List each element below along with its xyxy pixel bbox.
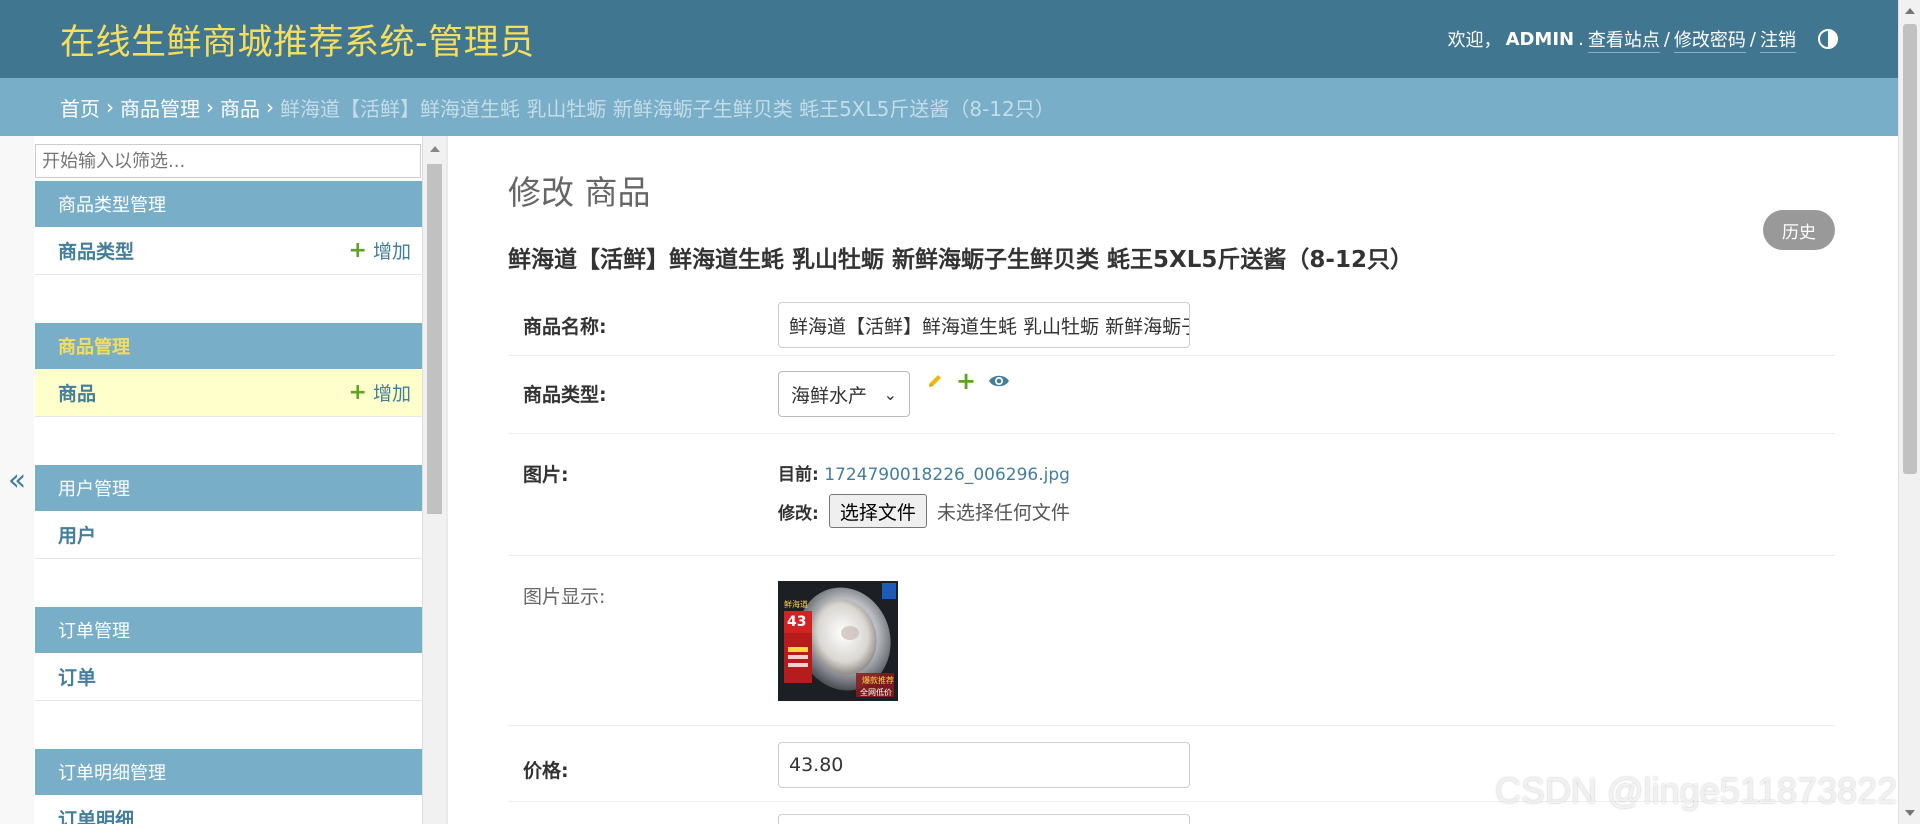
scrollbar-thumb[interactable] [1903,24,1917,474]
price-input[interactable]: 43.80 [778,742,1190,788]
thumbnail-bottom-text2: 全网低价 [860,688,892,697]
add-related-icon[interactable]: + [956,369,976,393]
module-caption-product-type[interactable]: 商品类型管理 [35,181,423,227]
breadcrumb-separator: › [266,95,274,119]
sidebar-item-label[interactable]: 订单明细 [58,805,134,824]
product-thumbnail: 43 鲜海道 爆款推荐 全网低价 [778,581,898,701]
site-header: 在线生鲜商城推荐系统-管理员 欢迎， ADMIN . 查看站点 / 修改密码 /… [0,0,1898,78]
sidebar-item-label[interactable]: 用户 [58,521,96,548]
user-tools: 欢迎， ADMIN . 查看站点 / 修改密码 / 注销 [1448,26,1838,53]
logout-link[interactable]: 注销 [1760,26,1796,53]
dot: . [1578,28,1584,50]
history-button[interactable]: 历史 [1763,210,1835,250]
change-label: 修改: [778,503,819,524]
current-file-line: 目前: 1724790018226_006296.jpg [778,460,1070,485]
sidebar-item-order: 订单 [35,653,423,701]
breadcrumb-current: 鲜海道【活鲜】鲜海道生蚝 乳山牡蛎 新鲜海蛎子生鲜贝类 蚝王5XL5斤送酱（8-… [280,96,1055,121]
current-file-link[interactable]: 1724790018226_006296.jpg [824,465,1070,485]
breadcrumb-separator: › [206,95,214,119]
scrollbar-thumb[interactable] [427,164,442,514]
thumbnail-top-text: 鲜海道 [784,600,808,609]
plus-icon: + [348,238,367,263]
form-row-image-display: 图片显示: 43 鲜海道 爆款推荐 全网低价 [508,556,1835,726]
sidebar-item-product: 商品 + 增加 [35,369,423,417]
price-label: 价格: [523,760,569,782]
sidebar: 商品类型管理 商品类型 +增加 商品管理 商品 +增加 用户管理 用户 订单管理… [34,136,423,824]
type-select-value: 海鲜水产 [791,384,868,407]
no-file-text: 未选择任何文件 [936,501,1070,524]
sidebar-toggle-button[interactable]: « [0,136,34,824]
slash-separator: / [1663,28,1670,50]
form-row-image: 图片: 目前: 1724790018226_006296.jpg 修改: 选择文… [508,434,1835,556]
module-caption-user[interactable]: 用户管理 [35,465,423,511]
sidebar-item-label[interactable]: 商品类型 [58,237,134,264]
scroll-up-icon[interactable] [430,146,440,152]
related-widget-icons: + [926,369,1010,393]
sidebar-filter-input[interactable] [35,144,421,178]
theme-toggle-icon[interactable] [1818,29,1838,49]
module-caption-order-detail[interactable]: 订单明细管理 [35,749,423,795]
add-label: 增加 [372,241,411,263]
plus-icon: + [348,380,367,405]
site-title[interactable]: 在线生鲜商城推荐系统-管理员 [60,14,535,65]
sidebar-item-order-detail: 订单明细 [35,795,423,824]
breadcrumb-model[interactable]: 商品 [220,93,260,122]
add-product-button[interactable]: + 增加 [349,379,411,406]
image-display-label: 图片显示: [523,586,606,608]
breadcrumb-home[interactable]: 首页 [60,93,100,122]
username: ADMIN [1505,28,1575,50]
sidebar-item-label[interactable]: 商品 [58,379,96,406]
collapse-icon: « [7,462,27,498]
main-content: 修改 商品 历史 鲜海道【活鲜】鲜海道生蚝 乳山牡蛎 新鲜海蛎子生鲜贝类 蚝王5… [448,136,1898,824]
type-select[interactable]: 海鲜水产 ⌄ [778,371,910,417]
name-input[interactable]: 鲜海道【活鲜】鲜海道生蚝 乳山牡蛎 新鲜海蛎子生鲜贝类 蚝王5XL5斤送酱（8-… [778,302,1190,348]
change-file-line: 修改: 选择文件 未选择任何文件 [778,494,1070,528]
add-product-type-button[interactable]: + 增加 [349,237,411,264]
module-caption-product[interactable]: 商品管理 [35,323,423,369]
form-row-name: 商品名称: 鲜海道【活鲜】鲜海道生蚝 乳山牡蛎 新鲜海蛎子生鲜贝类 蚝王5XL5… [508,294,1835,356]
module-caption-order[interactable]: 订单管理 [35,607,423,653]
breadcrumb: 首页 › 商品管理 › 商品 › 鲜海道【活鲜】鲜海道生蚝 乳山牡蛎 新鲜海蛎子… [0,78,1898,136]
sidebar-item-user: 用户 [35,511,423,559]
chevron-down-icon: ⌄ [883,384,897,404]
scroll-up-icon[interactable] [1905,8,1915,14]
welcome-text: 欢迎， [1447,30,1502,51]
breadcrumb-separator: › [106,95,114,119]
change-password-link[interactable]: 修改密码 [1673,26,1746,53]
sidebar-scrollbar[interactable] [422,136,446,824]
view-eye-icon[interactable] [988,373,1010,389]
sidebar-item-product-type: 商品类型 + 增加 [35,227,423,275]
thumbnail-price-badge: 43 [787,614,807,630]
name-label: 商品名称: [523,316,607,338]
current-label: 目前: [778,465,819,485]
image-label: 图片: [523,464,569,486]
view-site-link[interactable]: 查看站点 [1587,26,1660,53]
edit-pencil-icon[interactable] [926,372,944,390]
thumbnail-bottom-text: 爆款推荐 [862,676,894,685]
scroll-down-icon[interactable] [1905,810,1915,816]
choose-file-button[interactable]: 选择文件 [828,494,927,528]
watermark: CSDN @linge511873822 [1495,770,1898,811]
object-title: 鲜海道【活鲜】鲜海道生蚝 乳山牡蛎 新鲜海蛎子生鲜贝类 蚝王5XL5斤送酱（8-… [508,247,1413,273]
form-row-type: 商品类型: 海鲜水产 ⌄ + [508,356,1835,434]
page-title: 修改 商品 [508,173,651,212]
add-label: 增加 [372,383,411,405]
breadcrumb-app[interactable]: 商品管理 [120,93,200,122]
type-label: 商品类型: [523,384,607,406]
next-input[interactable] [778,814,1190,824]
slash-separator: / [1749,28,1756,50]
page-scrollbar[interactable] [1898,0,1920,824]
sidebar-item-label[interactable]: 订单 [58,663,96,690]
